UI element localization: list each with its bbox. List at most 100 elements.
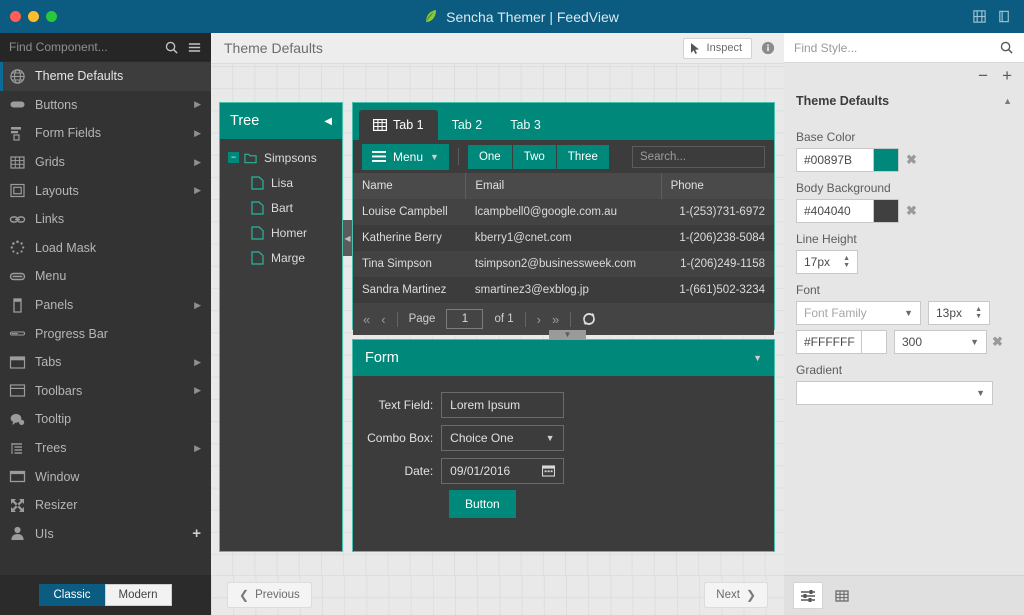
hsplitter-collapse-handle[interactable]: ▼ [549,330,586,339]
component-search-bar[interactable]: Find Component... [0,33,211,62]
inspect-button[interactable]: Inspect [682,37,752,59]
segmented-button-two[interactable]: Two [512,144,557,169]
tree-root-node[interactable]: − Simpsons [220,145,342,170]
add-ui-button[interactable]: + [192,526,201,541]
sidebar-item-buttons[interactable]: Buttons ▶ [0,91,211,120]
maximize-window-button[interactable] [46,11,57,22]
font-color-swatch[interactable] [862,330,887,354]
inspector-section-header[interactable]: Theme Defaults ▲ [784,89,1024,113]
vertical-splitter[interactable]: ◀ [343,102,352,552]
body-background-input[interactable]: #404040 [796,199,874,223]
date-field-input[interactable]: 09/01/2016 [441,457,564,484]
font-color-input[interactable]: #FFFFFF [796,330,862,354]
page-number-input[interactable]: 1 [446,309,484,329]
tree-leaf-node[interactable]: Lisa [220,170,342,195]
window-controls[interactable] [0,11,70,22]
line-height-spinner[interactable]: ▲ ▼ [843,255,850,269]
base-color-input[interactable]: #00897B [796,148,874,172]
sidebar-item-links[interactable]: Links [0,205,211,234]
refresh-icon[interactable] [582,312,596,326]
sidebar-item-panels[interactable]: Panels ▶ [0,291,211,320]
sidebar-item-tabs[interactable]: Tabs ▶ [0,348,211,377]
table-row[interactable]: Louise Campbell lcampbell0@google.com.au 1… [353,199,774,225]
sidebar-item-resizer[interactable]: Resizer [0,491,211,520]
toolkit-classic-button[interactable]: Classic [39,584,105,606]
sidebar-item-theme-defaults[interactable]: Theme Defaults [0,62,211,91]
grid-column-header[interactable]: Phone [661,173,774,199]
tabs-icon [9,356,26,369]
table-row[interactable]: Katherine Berry kberry1@cnet.com 1-(206)23… [353,225,774,251]
collapse-left-icon[interactable]: ◀ [324,116,332,127]
text-field-input[interactable]: Lorem Ipsum [441,391,564,418]
line-height-input[interactable]: 17px ▲ ▼ [796,250,858,274]
tab-tab-2[interactable]: Tab 2 [438,110,497,140]
font-size-spinner[interactable]: ▲ ▼ [975,306,982,320]
font-weight-select[interactable]: 300 ▼ [894,330,987,354]
segmented-button-three[interactable]: Three [556,144,610,169]
style-search-bar[interactable]: Find Style... [784,33,1024,63]
calendar-icon[interactable] [541,464,555,477]
sidebar-item-window[interactable]: Window [0,462,211,491]
sidebar-item-progress-bar[interactable]: Progress Bar [0,319,211,348]
prev-page-button[interactable]: ‹ [381,312,385,327]
zoom-out-button[interactable]: − [978,67,988,84]
search-icon[interactable] [999,40,1014,55]
next-page-button[interactable]: › [537,312,541,327]
menu-button[interactable]: Menu ▼ [362,143,449,170]
grid-column-header[interactable]: Name [353,173,467,199]
book-icon[interactable] [997,9,1012,24]
minus-icon[interactable]: − [228,152,239,163]
sidebar-item-uis[interactable]: UIs + [0,520,211,549]
search-icon[interactable] [164,40,179,55]
grid-search-input[interactable]: Search... [632,145,765,168]
tree-leaf-node[interactable]: Marge [220,245,342,270]
clear-font-button[interactable]: ✖ [992,334,1003,350]
zoom-in-button[interactable]: + [1002,67,1012,84]
grid-cell: 1-(206)249-1158 [661,251,774,277]
sidebar-item-form-fields[interactable]: Form Fields ▶ [0,119,211,148]
style-search-input[interactable]: Find Style... [794,41,999,55]
combo-box-input[interactable]: Choice One ▼ [441,424,564,451]
base-color-swatch[interactable] [874,148,899,172]
table-row[interactable]: Sandra Martinez smartinez3@exblog.jp 1-(66… [353,277,774,303]
sidebar-item-tooltip[interactable]: Tooltip [0,405,211,434]
sliders-view-button[interactable] [793,582,823,609]
sidebar-item-layouts[interactable]: Layouts ▶ [0,176,211,205]
body-background-swatch[interactable] [874,199,899,223]
clear-body-background-button[interactable]: ✖ [906,203,917,219]
component-search-input[interactable]: Find Component... [9,40,156,54]
filmstrip-icon[interactable] [972,9,987,24]
tree-node-label: Marge [271,250,306,265]
font-size-input[interactable]: 13px ▲ ▼ [928,301,990,325]
sidebar-item-load-mask[interactable]: Load Mask [0,234,211,263]
table-row[interactable]: Tina Simpson tsimpson2@businessweek.com 1-… [353,251,774,277]
sidebar-item-trees[interactable]: Trees ▶ [0,434,211,463]
grid-column-header[interactable]: Email [465,173,662,199]
segmented-button-one[interactable]: One [467,144,513,169]
gradient-select[interactable]: ▼ [796,381,993,405]
tree-leaf-node[interactable]: Bart [220,195,342,220]
toolkit-modern-button[interactable]: Modern [104,584,172,606]
previous-button[interactable]: ❮ Previous [227,582,312,608]
tab-tab-3[interactable]: Tab 3 [496,110,555,140]
sidebar-item-toolbars[interactable]: Toolbars ▶ [0,377,211,406]
close-window-button[interactable] [10,11,21,22]
form-submit-button[interactable]: Button [449,489,516,518]
font-family-select[interactable]: Font Family ▼ [796,301,921,325]
tree-leaf-node[interactable]: Homer [220,220,342,245]
clear-base-color-button[interactable]: ✖ [906,152,917,168]
sidebar-item-menu[interactable]: Menu [0,262,211,291]
last-page-button[interactable]: » [552,312,559,327]
info-icon[interactable] [761,41,775,55]
splitter-collapse-handle[interactable]: ◀ [343,220,352,256]
tab-tab-1[interactable]: Tab 1 [359,110,438,140]
first-page-button[interactable]: « [363,312,370,327]
horizontal-splitter[interactable]: ▼ [352,330,775,339]
next-button[interactable]: Next ❯ [704,582,768,608]
minimize-window-button[interactable] [28,11,39,22]
chevron-up-icon[interactable]: ▲ [1003,96,1012,106]
hamburger-icon[interactable] [187,40,202,55]
sidebar-item-grids[interactable]: Grids ▶ [0,148,211,177]
chevron-down-icon[interactable]: ▼ [753,353,762,363]
grid-view-button[interactable] [827,582,857,609]
